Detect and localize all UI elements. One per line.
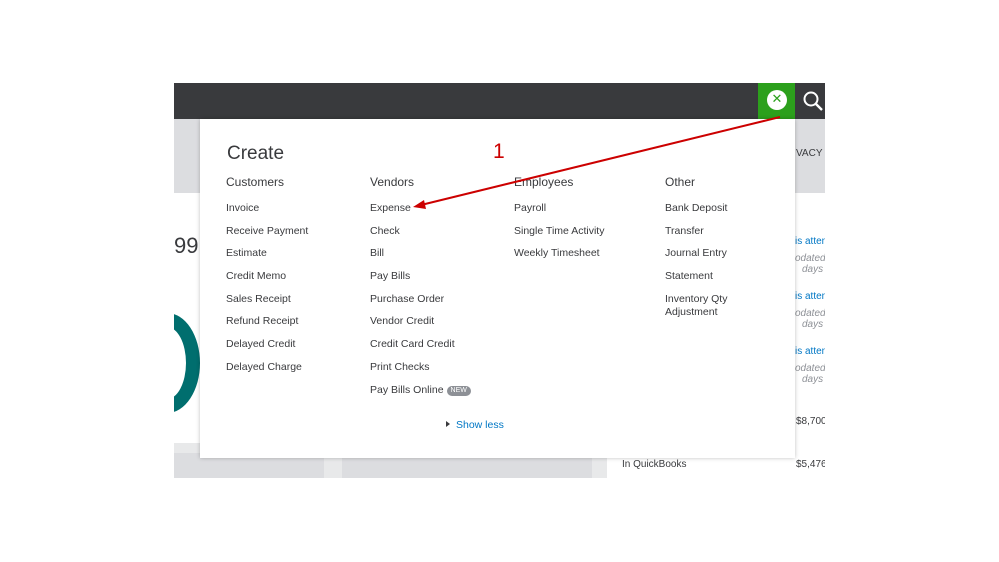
close-icon: ✕ [767, 90, 787, 110]
show-less-label: Show less [456, 419, 504, 431]
bg-header-partial: VACY [796, 148, 823, 159]
customers-heading: Customers [226, 175, 285, 189]
bg-days: days [802, 374, 824, 385]
menu-item-pay-bills-online[interactable]: Pay Bills Online NEW [370, 384, 471, 407]
pay-bills-online-label: Pay Bills Online [370, 383, 444, 396]
employees-heading: Employees [514, 175, 574, 189]
search-button[interactable] [801, 89, 825, 113]
adjustment-line: Adjustment [665, 305, 718, 318]
create-menu-panel: Create Customers Invoice Receive Payment… [200, 119, 795, 458]
bg-status-link[interactable]: is atten [795, 291, 825, 302]
show-less-link[interactable]: Show less [446, 419, 504, 431]
bg-updated: odated [795, 363, 825, 374]
menu-item-bank-deposit[interactable]: Bank Deposit [665, 202, 727, 225]
bg-days: days [802, 319, 824, 330]
annotation-number: 1 [493, 140, 505, 163]
create-close-button[interactable]: ✕ [758, 83, 795, 125]
bg-days: days [802, 264, 824, 275]
other-column: Other Bank Deposit Transfer Journal Entr… [665, 175, 727, 319]
menu-item-single-time-activity[interactable]: Single Time Activity [514, 225, 604, 248]
vendors-heading: Vendors [370, 175, 415, 189]
menu-item-statement[interactable]: Statement [665, 270, 727, 293]
other-heading: Other [665, 175, 696, 189]
new-badge: NEW [446, 385, 471, 396]
caret-right-icon [446, 421, 450, 427]
menu-item-credit-card-credit[interactable]: Credit Card Credit [370, 338, 471, 361]
bg-in-quickbooks: In QuickBooks [622, 459, 687, 470]
menu-item-vendor-credit[interactable]: Vendor Credit [370, 315, 471, 338]
menu-item-print-checks[interactable]: Print Checks [370, 361, 471, 384]
bg-number-partial: 99 [174, 233, 199, 258]
menu-item-sales-receipt[interactable]: Sales Receipt [226, 293, 308, 316]
menu-item-delayed-credit[interactable]: Delayed Credit [226, 338, 308, 361]
bg-status-link[interactable]: is atten [795, 346, 825, 357]
menu-item-refund-receipt[interactable]: Refund Receipt [226, 315, 308, 338]
menu-item-check[interactable]: Check [370, 225, 471, 248]
menu-item-invoice[interactable]: Invoice [226, 202, 308, 225]
vendors-column: Vendors Expense Check Bill Pay Bills Pur… [370, 175, 471, 406]
menu-item-delayed-charge[interactable]: Delayed Charge [226, 361, 308, 384]
create-title: Create [227, 143, 285, 164]
menu-item-estimate[interactable]: Estimate [226, 247, 308, 270]
bg-status-link[interactable]: is atten [795, 236, 825, 247]
inventory-qty-line: Inventory Qty [665, 292, 728, 305]
menu-item-pay-bills[interactable]: Pay Bills [370, 270, 471, 293]
bg-updated: odated [795, 308, 825, 319]
customers-column: Customers Invoice Receive Payment Estima… [226, 175, 308, 384]
menu-item-inventory-qty-adjustment[interactable]: Inventory Qty Adjustment [665, 293, 727, 319]
menu-item-purchase-order[interactable]: Purchase Order [370, 293, 471, 316]
menu-item-bill[interactable]: Bill [370, 247, 471, 270]
menu-item-weekly-timesheet[interactable]: Weekly Timesheet [514, 247, 604, 270]
employees-column: Employees Payroll Single Time Activity W… [514, 175, 604, 270]
menu-item-receive-payment[interactable]: Receive Payment [226, 225, 308, 248]
menu-item-journal-entry[interactable]: Journal Entry [665, 247, 727, 270]
search-icon [803, 91, 823, 111]
menu-item-payroll[interactable]: Payroll [514, 202, 604, 225]
menu-item-expense[interactable]: Expense [370, 202, 471, 225]
bg-updated: odated [795, 253, 825, 264]
top-bar [174, 83, 825, 119]
bg-amount: $5,476 [796, 459, 825, 470]
bg-amount: $8,700 [796, 416, 825, 427]
menu-item-transfer[interactable]: Transfer [665, 225, 727, 248]
menu-item-credit-memo[interactable]: Credit Memo [226, 270, 308, 293]
